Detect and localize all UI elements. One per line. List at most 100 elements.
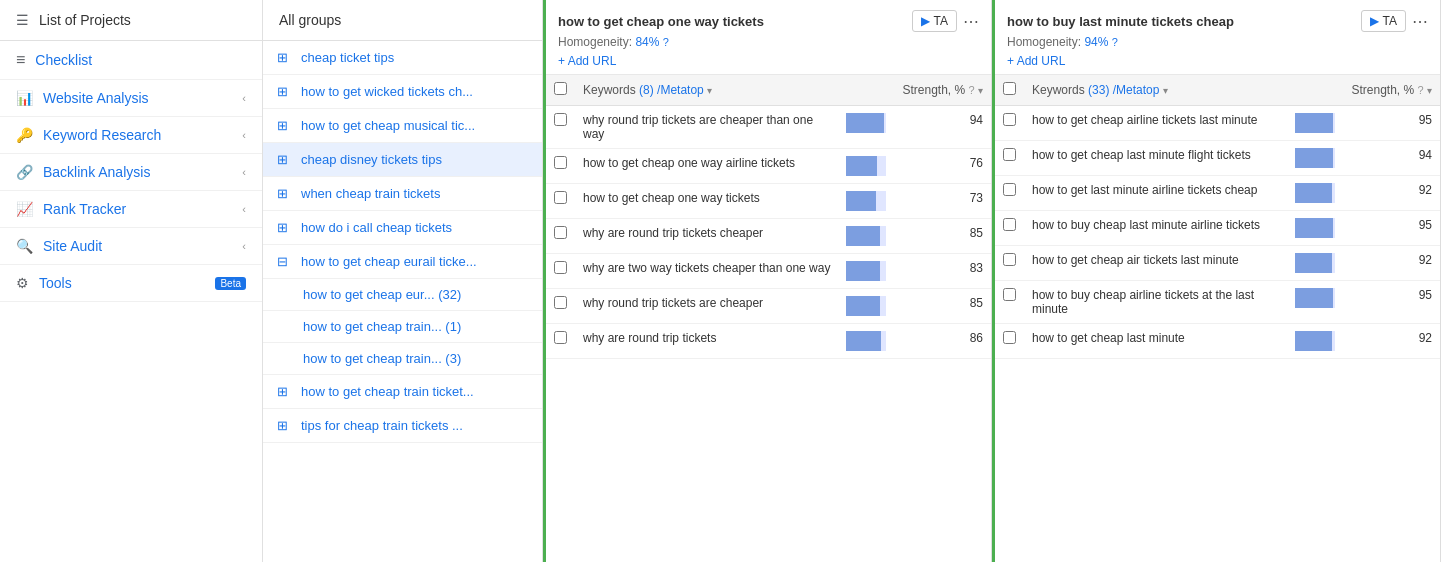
row-checkbox-cell[interactable] xyxy=(995,211,1024,246)
sidebar-item-list-of-projects[interactable]: ☰ List of Projects xyxy=(0,0,262,41)
row-checkbox-cell[interactable] xyxy=(995,106,1024,141)
right-select-all-col[interactable] xyxy=(995,75,1024,106)
left-select-all-checkbox[interactable] xyxy=(554,82,567,95)
group-tips-for-cheap-train-tickets[interactable]: ⊞ tips for cheap train tickets ... xyxy=(263,409,542,443)
keyword-cell: how to get cheap last minute flight tick… xyxy=(1024,141,1287,176)
group-cheap-ticket-tips[interactable]: ⊞ cheap ticket tips xyxy=(263,41,542,75)
left-strength-col-header[interactable]: Strength, % ? xyxy=(894,75,991,106)
row-checkbox[interactable] xyxy=(1003,288,1016,301)
right-strength-col-header[interactable]: Strength, % ? xyxy=(1343,75,1440,106)
sub-group-train-3[interactable]: how to get cheap train... (3) xyxy=(263,343,542,375)
row-checkbox[interactable] xyxy=(1003,183,1016,196)
sidebar-item-rank-tracker[interactable]: 📈 Rank Tracker ‹ xyxy=(0,191,262,228)
row-checkbox[interactable] xyxy=(554,296,567,309)
group-how-to-get-cheap-train-ticket[interactable]: ⊞ how to get cheap train ticket... xyxy=(263,375,542,409)
row-checkbox-cell[interactable] xyxy=(995,246,1024,281)
row-checkbox[interactable] xyxy=(1003,331,1016,344)
table-row: how to get cheap last minute 92 xyxy=(995,324,1440,359)
table-row: why round trip tickets are cheaper than … xyxy=(546,106,991,149)
strength-cell: 94 xyxy=(894,106,991,149)
group-how-to-get-cheap-musical[interactable]: ⊞ how to get cheap musical tic... xyxy=(263,109,542,143)
row-checkbox-cell[interactable] xyxy=(546,149,575,184)
left-select-all-col[interactable] xyxy=(546,75,575,106)
row-checkbox[interactable] xyxy=(1003,253,1016,266)
strength-cell: 92 xyxy=(1343,176,1440,211)
right-panel-header: how to buy last minute tickets cheap ▶ T… xyxy=(995,0,1440,75)
left-ta-button[interactable]: ▶ TA xyxy=(912,10,957,32)
row-checkbox[interactable] xyxy=(1003,148,1016,161)
table-row: how to get last minute airline tickets c… xyxy=(995,176,1440,211)
link-icon: 🔗 xyxy=(16,164,33,180)
left-table-scroll[interactable]: Keywords (8) /Metatop Strength, % ? xyxy=(546,75,991,562)
row-checkbox[interactable] xyxy=(1003,113,1016,126)
right-ta-button[interactable]: ▶ TA xyxy=(1361,10,1406,32)
right-keyword-col-header[interactable]: Keywords (33) /Metatop xyxy=(1024,75,1287,106)
play-icon: ▶ xyxy=(1370,14,1379,28)
table-row: why are round trip tickets cheaper 85 xyxy=(546,219,991,254)
sidebar-item-site-audit[interactable]: 🔍 Site Audit ‹ xyxy=(0,228,262,265)
row-checkbox[interactable] xyxy=(554,113,567,126)
sidebar-item-backlink-analysis[interactable]: 🔗 Backlink Analysis ‹ xyxy=(0,154,262,191)
row-checkbox[interactable] xyxy=(554,156,567,169)
row-checkbox[interactable] xyxy=(1003,218,1016,231)
sub-group-eur-32[interactable]: how to get cheap eur... (32) xyxy=(263,279,542,311)
left-kw-count: (8) xyxy=(639,83,654,97)
right-select-all-checkbox[interactable] xyxy=(1003,82,1016,95)
right-kw-panel: how to buy last minute tickets cheap ▶ T… xyxy=(992,0,1441,562)
right-panel-actions: ▶ TA ⋯ xyxy=(1361,10,1428,32)
group-how-to-get-wicked[interactable]: ⊞ how to get wicked tickets ch... xyxy=(263,75,542,109)
left-more-button[interactable]: ⋯ xyxy=(963,12,979,31)
row-checkbox[interactable] xyxy=(554,226,567,239)
row-checkbox-cell[interactable] xyxy=(546,324,575,359)
row-checkbox-cell[interactable] xyxy=(995,281,1024,324)
strength-cell: 86 xyxy=(894,324,991,359)
right-bar-col-header xyxy=(1287,75,1343,106)
left-kw-panel: how to get cheap one way tickets ▶ TA ⋯ … xyxy=(543,0,992,562)
table-row: how to get cheap one way airline tickets… xyxy=(546,149,991,184)
strength-cell: 83 xyxy=(894,254,991,289)
row-checkbox-cell[interactable] xyxy=(546,254,575,289)
sidebar-item-tools[interactable]: ⚙ Tools Beta xyxy=(0,265,262,302)
info-icon[interactable]: ? xyxy=(663,36,669,48)
bar-cell xyxy=(1287,106,1343,141)
audit-icon: 🔍 xyxy=(16,238,33,254)
row-checkbox-cell[interactable] xyxy=(995,324,1024,359)
row-checkbox-cell[interactable] xyxy=(995,141,1024,176)
play-icon: ▶ xyxy=(921,14,930,28)
sidebar: ☰ List of Projects ≡ Checklist 📊 Website… xyxy=(0,0,263,562)
right-table-scroll[interactable]: Keywords (33) /Metatop Strength, % ? xyxy=(995,75,1440,562)
sub-group-train-1[interactable]: how to get cheap train... (1) xyxy=(263,311,542,343)
row-checkbox[interactable] xyxy=(554,261,567,274)
info-icon[interactable]: ? xyxy=(1112,36,1118,48)
right-more-button[interactable]: ⋯ xyxy=(1412,12,1428,31)
chevron-right-icon: ‹ xyxy=(242,92,246,104)
row-checkbox[interactable] xyxy=(554,331,567,344)
groups-panel: All groups ⊞ cheap ticket tips ⊞ how to … xyxy=(263,0,543,562)
chart-icon: 📊 xyxy=(16,90,33,106)
row-checkbox[interactable] xyxy=(554,191,567,204)
row-checkbox-cell[interactable] xyxy=(546,289,575,324)
sidebar-item-website-analysis[interactable]: 📊 Website Analysis ‹ xyxy=(0,80,262,117)
keyword-cell: how to get cheap one way tickets xyxy=(575,184,838,219)
bar-cell xyxy=(838,184,894,219)
strength-info-icon[interactable]: ? xyxy=(969,84,975,96)
sidebar-item-keyword-research[interactable]: 🔑 Keyword Research ‹ xyxy=(0,117,262,154)
group-how-do-i-call-cheap[interactable]: ⊞ how do i call cheap tickets xyxy=(263,211,542,245)
list-icon: ☰ xyxy=(16,12,29,28)
row-checkbox-cell[interactable] xyxy=(546,184,575,219)
strength-cell: 95 xyxy=(1343,281,1440,324)
left-keyword-col-header[interactable]: Keywords (8) /Metatop xyxy=(575,75,838,106)
strength-info-icon[interactable]: ? xyxy=(1418,84,1424,96)
left-add-url[interactable]: + Add URL xyxy=(558,54,616,68)
row-checkbox-cell[interactable] xyxy=(995,176,1024,211)
group-how-to-get-cheap-eurail[interactable]: ⊟ how to get cheap eurail ticke... xyxy=(263,245,542,279)
row-checkbox-cell[interactable] xyxy=(546,106,575,149)
group-when-cheap-train-tickets[interactable]: ⊞ when cheap train tickets xyxy=(263,177,542,211)
sidebar-item-checklist[interactable]: ≡ Checklist xyxy=(0,41,262,80)
key-icon: 🔑 xyxy=(16,127,33,143)
right-add-url[interactable]: + Add URL xyxy=(1007,54,1065,68)
table-row: how to get cheap air tickets last minute… xyxy=(995,246,1440,281)
group-cheap-disney-tickets-tips[interactable]: ⊞ cheap disney tickets tips xyxy=(263,143,542,177)
row-checkbox-cell[interactable] xyxy=(546,219,575,254)
left-metatop: /Metatop xyxy=(657,83,704,97)
